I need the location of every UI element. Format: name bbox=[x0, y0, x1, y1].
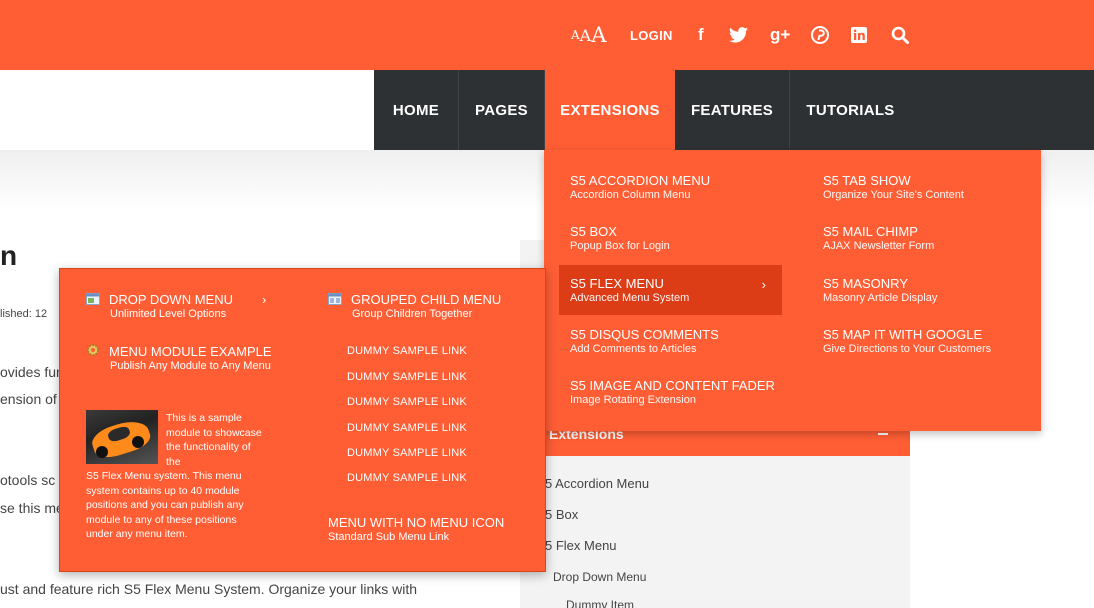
menu-item-subtitle: Accordion Column Menu bbox=[570, 189, 691, 201]
nav-extensions[interactable]: EXTENSIONS bbox=[545, 70, 675, 150]
sidebar-link-box[interactable]: 5 Box bbox=[545, 507, 578, 522]
chevron-right-icon: › bbox=[761, 277, 766, 292]
menu-item-title: S5 Box bbox=[570, 224, 617, 239]
menu-item-box[interactable]: S5 Box Popup Box for Login bbox=[559, 224, 782, 253]
menu-item-image-content-fader[interactable]: S5 Image and Content Fader Image Rotatin… bbox=[559, 378, 799, 407]
menu-item-subtitle: Add Comments to Articles bbox=[570, 343, 697, 355]
window-icon bbox=[86, 293, 100, 305]
menu-item-subtitle: Organize Your Site's Content bbox=[823, 189, 964, 201]
flex-menu-submenu: Drop Down Menu Unlimited Level Options ›… bbox=[59, 268, 546, 572]
menu-item-masonry[interactable]: S5 Masonry Masonry Article Display bbox=[812, 276, 1035, 305]
nav-home[interactable]: HOME bbox=[374, 70, 459, 150]
menu-item-subtitle: Advanced Menu System bbox=[570, 292, 690, 304]
extensions-dropdown: S5 Accordion Menu Accordion Column Menu … bbox=[544, 150, 1041, 431]
menu-item-title: S5 Mail Chimp bbox=[823, 224, 918, 239]
pinterest-icon[interactable] bbox=[811, 0, 829, 70]
menu-item-tab-show[interactable]: S5 Tab Show Organize Your Site's Content bbox=[812, 173, 1035, 202]
sidebar-link-dummy[interactable]: Dummy Item bbox=[566, 598, 634, 608]
body-text-line: ovides fun bbox=[0, 364, 64, 380]
menu-item-drop-down-menu[interactable]: Drop Down Menu Unlimited Level Options bbox=[86, 292, 276, 321]
body-text-line: otools sc bbox=[0, 472, 56, 488]
menu-item-accordion-menu[interactable]: S5 Accordion Menu Accordion Column Menu bbox=[559, 173, 782, 202]
menu-item-subtitle: Standard Sub Menu Link bbox=[328, 531, 450, 543]
nav-tutorials[interactable]: TUTORIALS bbox=[790, 70, 911, 150]
menu-item-title: Grouped Child Menu bbox=[351, 292, 502, 307]
body-text-line: se this me bbox=[0, 500, 64, 516]
menu-item-module-example[interactable]: Menu Module Example Publish Any Module t… bbox=[86, 343, 286, 373]
menu-item-subtitle: Give Directions to Your Customers bbox=[823, 343, 992, 355]
body-text-line: ension of bbox=[0, 391, 57, 407]
font-size-large[interactable]: A bbox=[591, 23, 606, 47]
font-size-control[interactable]: A A A bbox=[571, 0, 606, 70]
menu-item-no-menu-icon[interactable]: Menu With No Menu Icon Standard Sub Menu… bbox=[328, 515, 528, 544]
gear-icon bbox=[87, 344, 99, 356]
menu-item-title: S5 Map It With Google bbox=[823, 327, 983, 342]
chevron-right-icon: › bbox=[262, 292, 267, 307]
font-size-small[interactable]: A bbox=[571, 28, 580, 42]
facebook-icon[interactable]: f bbox=[698, 0, 704, 70]
twitter-icon[interactable] bbox=[729, 0, 748, 70]
google-plus-glyph: g+ bbox=[770, 25, 791, 44]
menu-item-mail-chimp[interactable]: S5 Mail Chimp AJAX Newsletter Form bbox=[812, 224, 1035, 253]
menu-item-subtitle: AJAX Newsletter Form bbox=[823, 240, 935, 252]
menu-item-subtitle: Publish Any Module to Any Menu bbox=[110, 360, 271, 372]
menu-item-subtitle: Image Rotating Extension bbox=[570, 394, 696, 406]
linkedin-icon[interactable] bbox=[851, 0, 867, 70]
main-nav: HOME PAGES EXTENSIONS FEATURES TUTORIALS bbox=[374, 70, 1094, 150]
linkedin-glyph bbox=[851, 27, 867, 43]
published-date: lished: 12 bbox=[0, 308, 48, 320]
search-glyph bbox=[891, 26, 909, 44]
menu-item-subtitle: Masonry Article Display bbox=[823, 292, 938, 304]
menu-item-title: Menu With No Menu Icon bbox=[328, 515, 505, 530]
menu-item-map-it-with-google[interactable]: S5 Map It With Google Give Directions to… bbox=[812, 327, 1041, 356]
font-size-medium[interactable]: A bbox=[580, 26, 592, 45]
dummy-sample-link[interactable]: DUMMY SAMPLE LINK bbox=[347, 371, 467, 383]
dummy-sample-link[interactable]: DUMMY SAMPLE LINK bbox=[347, 345, 467, 357]
logo-area bbox=[0, 70, 374, 150]
module-sample-text: S5 Flex Menu system. This menu system co… bbox=[86, 470, 244, 540]
login-link[interactable]: LOGIN bbox=[630, 0, 673, 70]
menu-item-subtitle: Group Children Together bbox=[352, 308, 473, 320]
menu-item-title: S5 Tab Show bbox=[823, 173, 911, 188]
dummy-sample-link[interactable]: DUMMY SAMPLE LINK bbox=[347, 472, 467, 484]
sidebar-link-drop-down[interactable]: Drop Down Menu bbox=[553, 570, 646, 584]
menu-item-title: S5 Masonry bbox=[823, 276, 909, 291]
menu-item-subtitle: Unlimited Level Options bbox=[110, 308, 227, 320]
menu-item-title: Drop Down Menu bbox=[109, 292, 233, 307]
dummy-sample-link[interactable]: DUMMY SAMPLE LINK bbox=[347, 447, 467, 459]
google-plus-icon[interactable]: g+ bbox=[770, 0, 790, 70]
sports-car-image bbox=[86, 410, 158, 464]
menu-item-title: S5 Flex Menu bbox=[570, 276, 664, 291]
menu-item-title: S5 Accordion Menu bbox=[570, 173, 711, 188]
sidebar-link-flex-menu[interactable]: 5 Flex Menu bbox=[545, 538, 617, 553]
menu-item-disqus-comments[interactable]: S5 Disqus Comments Add Comments to Artic… bbox=[559, 327, 782, 356]
twitter-glyph bbox=[729, 27, 748, 43]
menu-item-subtitle: Popup Box for Login bbox=[570, 240, 670, 252]
menu-item-grouped-child-menu[interactable]: Grouped Child Menu Group Children Togeth… bbox=[328, 292, 528, 321]
menu-item-title: S5 Image and Content Fader bbox=[570, 378, 775, 393]
pinterest-glyph bbox=[811, 26, 829, 44]
menu-item-title: Menu Module Example bbox=[109, 344, 272, 359]
nav-features[interactable]: FEATURES bbox=[675, 70, 790, 150]
facebook-glyph: f bbox=[698, 25, 704, 44]
top-bar: A A A LOGIN f g+ bbox=[0, 0, 1094, 70]
dummy-sample-link[interactable]: DUMMY SAMPLE LINK bbox=[347, 396, 467, 408]
menu-item-flex-menu[interactable]: S5 Flex Menu Advanced Menu System › bbox=[559, 265, 782, 315]
menu-item-title: S5 Disqus Comments bbox=[570, 327, 719, 342]
module-sample-text: This is a sample module to showcase the … bbox=[166, 412, 262, 468]
grid-icon bbox=[328, 293, 342, 305]
dummy-sample-link[interactable]: DUMMY SAMPLE LINK bbox=[347, 422, 467, 434]
sidebar-link-accordion[interactable]: 5 Accordion Menu bbox=[545, 476, 649, 491]
collapse-icon[interactable] bbox=[878, 433, 888, 435]
page-title: n bbox=[0, 240, 18, 271]
body-text-line: ust and feature rich S5 Flex Menu System… bbox=[0, 581, 418, 597]
search-icon[interactable] bbox=[891, 0, 909, 70]
nav-pages[interactable]: PAGES bbox=[459, 70, 545, 150]
